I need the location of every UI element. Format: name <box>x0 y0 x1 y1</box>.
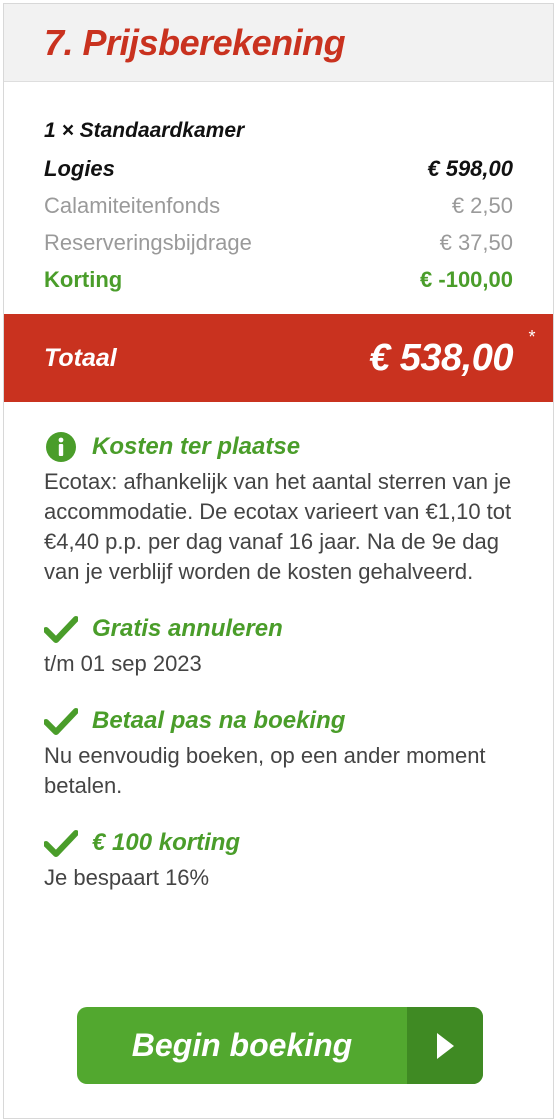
price-row-value: € -100,00 <box>420 267 513 292</box>
price-row-label: Reserveringsbijdrage <box>44 230 252 255</box>
chevron-right-icon <box>407 1007 483 1084</box>
section-gratis-annuleren: Gratis annuleren t/m 01 sep 2023 <box>44 609 514 679</box>
price-row-value: € 2,50 <box>451 193 513 218</box>
price-row-value: € 37,50 <box>439 230 513 255</box>
price-breakdown: 1 × Standaardkamer Logies € 598,00 Calam… <box>4 82 553 298</box>
section-title: € 100 korting <box>92 829 241 856</box>
price-calculation-card: 7. Prijsberekening 1 × Standaardkamer Lo… <box>3 3 554 1119</box>
price-row-reserveringsbijdrage: Reserveringsbijdrage € 37,50 <box>44 224 513 261</box>
price-row-label: Logies <box>44 156 115 181</box>
price-row-label: Korting <box>44 267 123 292</box>
begin-booking-button[interactable]: Begin boeking <box>77 1007 483 1084</box>
info-sections: Kosten ter plaatse Ecotax: afhankelijk v… <box>44 427 514 915</box>
price-row-calamiteitenfonds: Calamiteitenfonds € 2,50 <box>44 187 513 224</box>
total-amount: € 538,00 * <box>369 327 535 380</box>
info-icon <box>44 430 78 464</box>
room-label: 1 × Standaardkamer <box>44 119 245 142</box>
section-text: Je bespaart 16% <box>44 865 210 890</box>
section-header: 7. Prijsberekening <box>4 4 553 82</box>
check-icon <box>44 704 78 738</box>
section-title: Betaal pas na boeking <box>92 707 346 734</box>
check-icon <box>44 612 78 646</box>
price-row-logies: Logies € 598,00 <box>44 150 513 187</box>
section-title: 7. Prijsberekening <box>44 21 346 63</box>
section-kosten-ter-plaatse: Kosten ter plaatse Ecotax: afhankelijk v… <box>44 427 514 587</box>
section-title: Gratis annuleren <box>92 615 283 642</box>
total-amount-value: € 538,00 <box>369 336 513 379</box>
section-betaal-pas-na-boeking: Betaal pas na boeking Nu eenvoudig boeke… <box>44 701 514 801</box>
section-text: t/m 01 sep 2023 <box>44 651 202 676</box>
total-footnote-marker: * <box>528 326 535 347</box>
section-korting: € 100 korting Je bespaart 16% <box>44 823 514 893</box>
total-bar: Totaal € 538,00 * <box>4 314 553 402</box>
price-row-korting: Korting € -100,00 <box>44 261 513 298</box>
price-row-label: Calamiteitenfonds <box>44 193 221 218</box>
price-row-value: € 598,00 <box>427 156 513 181</box>
check-icon <box>44 826 78 860</box>
section-text: Ecotax: afhankelijk van het aantal sterr… <box>44 469 512 584</box>
total-label: Totaal <box>44 343 117 372</box>
begin-booking-label: Begin boeking <box>131 1027 353 1063</box>
section-text: Nu eenvoudig boeken, op een ander moment… <box>44 743 486 798</box>
section-title: Kosten ter plaatse <box>92 433 301 460</box>
